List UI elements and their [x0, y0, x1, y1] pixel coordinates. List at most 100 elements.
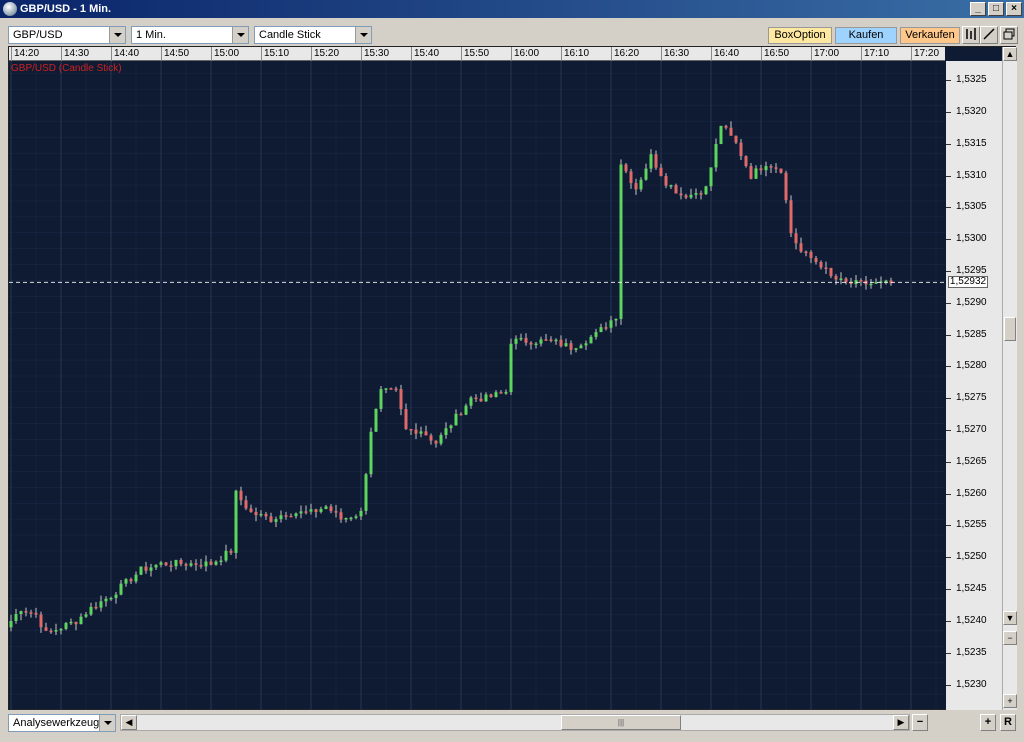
candle-body	[559, 339, 563, 347]
scroll-down-icon[interactable]: ▼	[1003, 611, 1017, 625]
candle-body	[109, 597, 113, 600]
symbol-select[interactable]: GBP/USD	[8, 26, 126, 44]
candle-body	[474, 397, 478, 400]
candle-body	[689, 194, 693, 198]
indicator-icon[interactable]	[962, 26, 980, 44]
horizontal-scroll-thumb[interactable]: |||	[561, 715, 681, 730]
chevron-down-icon[interactable]	[99, 715, 115, 731]
candlestick-chart[interactable]	[9, 61, 945, 710]
minimize-button[interactable]: _	[970, 2, 986, 16]
chart-type-select[interactable]: Candle Stick	[254, 26, 372, 44]
candle-body	[404, 409, 408, 429]
time-tick-mark	[161, 47, 162, 61]
candle-body	[834, 276, 838, 280]
candle-body	[754, 168, 758, 179]
candle-body	[514, 338, 518, 344]
candle-body	[74, 621, 78, 625]
detach-window-icon[interactable]	[1000, 26, 1018, 44]
time-tick-label: 16:30	[664, 48, 690, 59]
candle-body	[679, 193, 683, 196]
candle-body	[374, 408, 378, 432]
candle-body	[434, 440, 438, 444]
reset-button[interactable]: R	[1000, 714, 1016, 731]
horizontal-scrollbar[interactable]: ◀ ||| ▶	[120, 714, 910, 731]
candle-body	[64, 623, 68, 629]
scroll-right-icon[interactable]: ▶	[893, 715, 909, 730]
candle-body	[184, 564, 188, 566]
plot-area[interactable]: GBP/USD (Candle Stick)	[9, 61, 945, 710]
candle-body	[254, 511, 258, 516]
chart-legend: GBP/USD (Candle Stick)	[11, 63, 122, 74]
analysis-tool-select[interactable]: Analysewerkzeug	[8, 714, 116, 732]
time-tick-mark	[511, 47, 512, 61]
candle-body	[529, 342, 533, 345]
candle-body	[44, 627, 48, 631]
zoom-out-button[interactable]: −	[912, 714, 928, 731]
scroll-left-icon[interactable]: ◀	[121, 715, 137, 730]
price-tick-label: 1,5275	[956, 392, 987, 404]
close-button[interactable]: ×	[1006, 2, 1022, 16]
zoom-in-button[interactable]: +	[980, 714, 996, 731]
vertical-scroll-thumb[interactable]	[1004, 317, 1016, 341]
candle-body	[779, 168, 783, 173]
candle-body	[19, 611, 23, 615]
price-tick-label: 1,5320	[956, 105, 987, 117]
time-tick-label: 16:10	[564, 48, 590, 59]
candle-body	[294, 513, 298, 517]
candle-body	[69, 621, 73, 624]
candle-body	[139, 566, 143, 575]
chevron-down-icon[interactable]	[109, 27, 125, 43]
candle-body	[329, 506, 333, 512]
price-tick-mark	[946, 525, 951, 527]
candle-body	[454, 413, 458, 426]
time-tick-mark	[611, 47, 612, 61]
candle-body	[674, 185, 678, 194]
candle-body	[259, 513, 263, 516]
candle-body	[524, 337, 528, 343]
candle-body	[649, 154, 653, 169]
price-tick-mark	[946, 620, 951, 622]
candle-body	[34, 612, 38, 615]
candle-body	[669, 185, 673, 187]
kaufen-button[interactable]: Kaufen	[835, 27, 897, 44]
candle-body	[174, 559, 178, 567]
verkaufen-button[interactable]: Verkaufen	[900, 27, 960, 44]
candle-body	[744, 156, 748, 166]
price-tick-mark	[946, 143, 951, 145]
candle-body	[814, 258, 818, 263]
candle-body	[439, 434, 443, 444]
time-tick-label: 15:00	[214, 48, 240, 59]
candle-body	[759, 168, 763, 171]
zoom-plus-v-icon[interactable]: +	[1003, 694, 1017, 708]
interval-select[interactable]: 1 Min.	[131, 26, 249, 44]
chevron-down-icon[interactable]	[355, 27, 371, 43]
chevron-down-icon[interactable]	[232, 27, 248, 43]
zoom-minus-v-icon[interactable]: −	[1003, 631, 1017, 645]
scroll-up-icon[interactable]: ▲	[1003, 47, 1017, 61]
candle-body	[804, 251, 808, 254]
price-tick-label: 1,5315	[956, 137, 987, 149]
candle-body	[694, 193, 698, 195]
draw-line-icon[interactable]	[980, 26, 998, 44]
candle-body	[319, 508, 323, 512]
candle-body	[659, 167, 663, 176]
boxoption-button[interactable]: BoxOption	[768, 27, 832, 44]
candle-body	[424, 431, 428, 436]
candle-body	[249, 508, 253, 512]
candle-body	[534, 343, 538, 346]
vertical-scrollbar[interactable]: ▲ ▼ − +	[1002, 47, 1017, 710]
price-tick-label: 1,5235	[956, 646, 987, 658]
analysis-tool-value: Analysewerkzeug	[13, 717, 99, 729]
time-tick-mark	[361, 47, 362, 61]
price-tick-label: 1,5295	[956, 264, 987, 276]
price-tick-label: 1,5285	[956, 328, 987, 340]
candle-body	[49, 630, 53, 633]
candle-body	[279, 515, 283, 520]
chart-area[interactable]: 14:20 14:30 14:40 14:50 15:00 15:10 15:20 15:30…	[8, 46, 1017, 710]
price-tick-label: 1,5255	[956, 519, 987, 531]
candle-body	[639, 179, 643, 190]
price-tick-label: 1,5240	[956, 614, 987, 626]
maximize-button[interactable]: □	[988, 2, 1004, 16]
candle-body	[784, 172, 788, 201]
time-tick-label: 17:20	[914, 48, 940, 59]
